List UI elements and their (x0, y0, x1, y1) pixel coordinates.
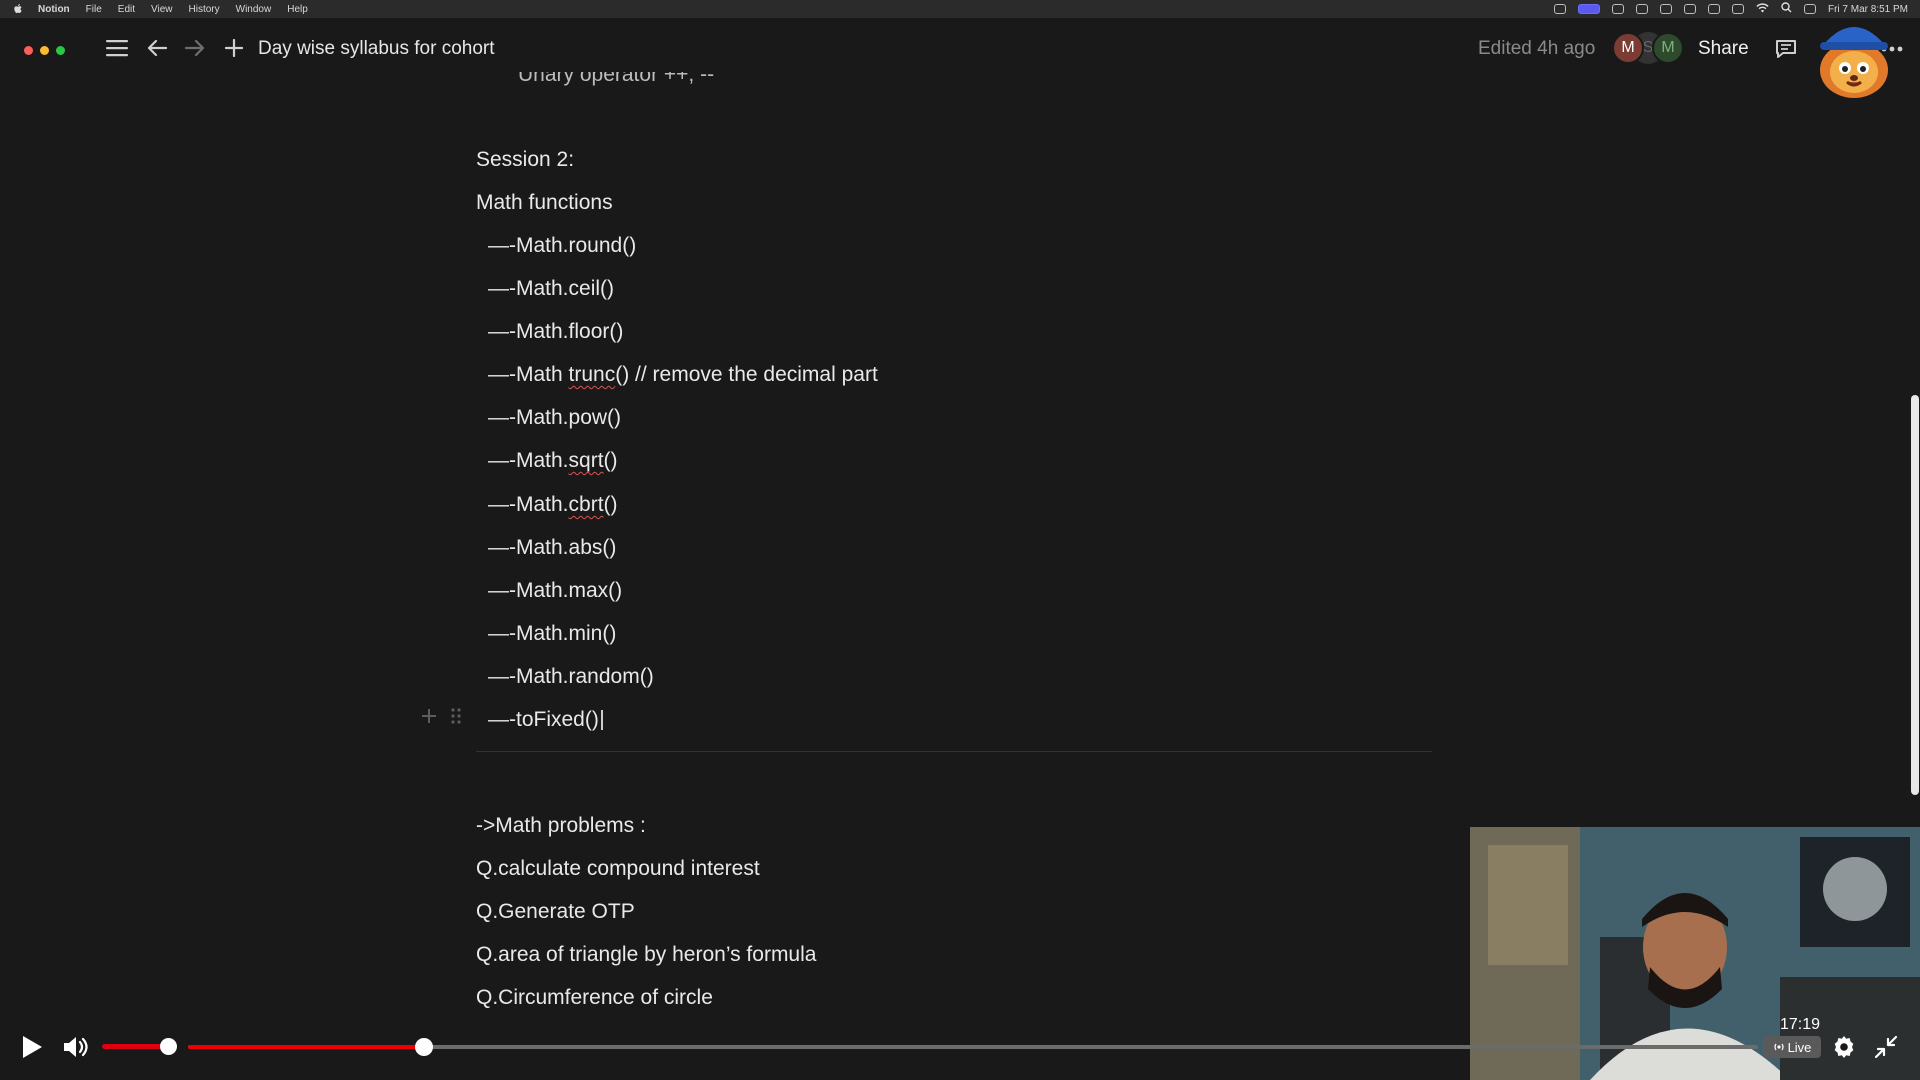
notion-topbar: Day wise syllabus for cohort Edited 4h a… (0, 18, 1920, 80)
scrollbar-thumb[interactable] (1911, 395, 1919, 795)
video-player-controls (0, 1020, 1920, 1080)
menu-app-name[interactable]: Notion (38, 4, 70, 15)
breadcrumb-page-title[interactable]: Day wise syllabus for cohort (258, 38, 495, 60)
menu-history[interactable]: History (189, 4, 220, 15)
list-item[interactable]: —-Math.cbrt() (488, 490, 618, 520)
volume-slider[interactable] (102, 1044, 168, 1049)
macos-menubar: Notion File Edit View History Window Hel… (0, 0, 1920, 18)
list-item[interactable]: —-Math trunc() // remove the decimal par… (488, 360, 878, 390)
tray-pause-icon[interactable] (1611, 4, 1624, 14)
mascot-sticker-image (1816, 14, 1892, 98)
list-item[interactable]: —-Math.abs() (488, 533, 616, 563)
volume-icon[interactable] (62, 1035, 90, 1059)
progress-bar-fill (188, 1045, 424, 1049)
list-item[interactable]: —-Math.random() (488, 662, 654, 692)
list-item[interactable]: —-Math.max() (488, 576, 622, 606)
forward-arrow-icon[interactable] (183, 36, 207, 60)
list-item[interactable]: —-Math.floor() (488, 317, 623, 347)
window-controls (24, 46, 65, 55)
tray-user-icon[interactable] (1659, 4, 1672, 14)
new-page-plus-icon[interactable] (222, 36, 246, 60)
live-badge[interactable]: Live (1763, 1036, 1821, 1058)
tray-settings-icon[interactable] (1683, 4, 1696, 14)
list-item[interactable]: Q.Generate OTP (476, 897, 635, 927)
control-center-icon[interactable] (1803, 4, 1816, 14)
list-item[interactable]: —-Math.sqrt() (488, 446, 618, 476)
tray-app-icon[interactable] (1553, 4, 1566, 14)
list-item[interactable]: —-Math.round() (488, 231, 636, 261)
close-window-button[interactable] (24, 46, 33, 55)
sidebar-menu-icon[interactable] (105, 36, 129, 60)
menu-help[interactable]: Help (287, 4, 308, 15)
battery-icon[interactable] (1731, 4, 1744, 14)
list-item-text: —-toFixed() (488, 708, 599, 731)
menu-view[interactable]: View (151, 4, 173, 15)
add-block-plus-icon[interactable] (420, 707, 438, 731)
settings-gear-icon[interactable] (1832, 1035, 1856, 1059)
block-handle (420, 707, 462, 731)
edited-timestamp[interactable]: Edited 4h ago (1478, 38, 1595, 60)
menu-edit[interactable]: Edit (118, 4, 135, 15)
live-broadcast-icon (1773, 1040, 1785, 1055)
math-functions-heading[interactable]: Math functions (476, 188, 613, 218)
list-item[interactable]: —-Math.pow() (488, 403, 621, 433)
minimize-window-button[interactable] (40, 46, 49, 55)
share-button[interactable]: Share (1698, 38, 1749, 60)
spotlight-search-icon[interactable] (1781, 2, 1792, 16)
list-item[interactable]: —-Math.min() (488, 619, 616, 649)
comments-icon[interactable] (1774, 37, 1798, 61)
menu-file[interactable]: File (86, 4, 102, 15)
tray-notes-icon[interactable] (1707, 4, 1720, 14)
live-label: Live (1787, 1039, 1812, 1055)
session-heading[interactable]: Session 2: (476, 145, 574, 175)
math-problems-heading[interactable]: ->Math problems : (476, 811, 646, 841)
drag-handle-icon[interactable] (450, 707, 462, 731)
menubar-clock[interactable]: Fri 7 Mar 8:51 PM (1828, 4, 1908, 15)
avatar[interactable]: M (1612, 32, 1644, 64)
exit-fullscreen-icon[interactable] (1874, 1035, 1898, 1059)
volume-slider-knob[interactable] (160, 1038, 177, 1055)
zoom-window-button[interactable] (56, 46, 65, 55)
text-cursor (600, 710, 603, 731)
back-arrow-icon[interactable] (145, 36, 169, 60)
list-item-active[interactable]: —-toFixed() (488, 705, 603, 735)
tray-screen-share-icon[interactable] (1577, 4, 1600, 14)
divider (476, 751, 1432, 752)
progress-scrubber[interactable] (415, 1038, 433, 1056)
avatar[interactable]: M (1652, 32, 1684, 64)
collaborator-avatars[interactable]: M S M (1612, 32, 1692, 64)
apple-icon[interactable] (12, 3, 24, 15)
list-item[interactable]: Q.Circumference of circle (476, 983, 713, 1013)
wifi-icon[interactable] (1756, 2, 1769, 16)
play-icon[interactable] (20, 1034, 44, 1060)
menu-window[interactable]: Window (236, 4, 272, 15)
list-item[interactable]: Q.area of triangle by heron’s formula (476, 940, 816, 970)
elapsed-time: 17:19 (1780, 1016, 1821, 1033)
tray-record-icon[interactable] (1635, 4, 1648, 14)
list-item[interactable]: —-Math.ceil() (488, 274, 614, 304)
list-item[interactable]: Q.calculate compound interest (476, 854, 760, 884)
